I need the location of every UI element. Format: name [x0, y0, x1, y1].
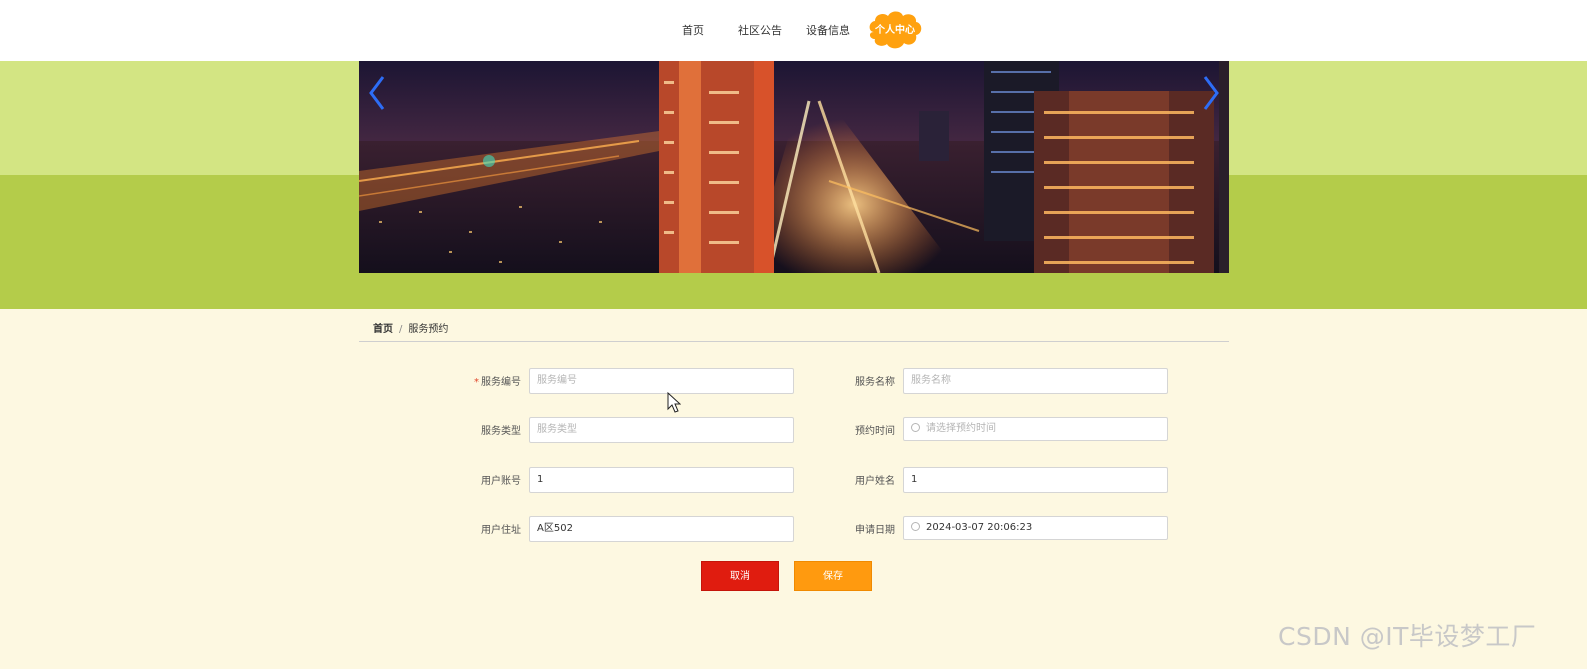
service-type-input[interactable]: 服务类型 [529, 417, 794, 443]
user-address-label: 用户住址 [481, 525, 521, 536]
nav-personal-center[interactable]: 个人中心 [866, 10, 924, 52]
service-no-label: * 服务编号 [441, 373, 521, 388]
user-name-label: 用户姓名 [855, 476, 895, 487]
breadcrumb-current: 服务预约 [408, 324, 449, 335]
mouse-cursor-icon [667, 392, 681, 413]
chevron-right-icon[interactable] [1195, 73, 1225, 113]
clock-icon [911, 422, 920, 432]
main-nav: 首页 社区公告 设备信息 个人中心 [672, 10, 924, 52]
breadcrumb-divider [359, 341, 1229, 342]
reserve-time-placeholder: 请选择预约时间 [926, 423, 996, 434]
apply-date-picker[interactable]: 2024-03-07 20:06:23 [903, 516, 1168, 540]
apply-date-label: 申请日期 [855, 525, 895, 536]
reserve-time-picker[interactable]: 请选择预约时间 [903, 417, 1168, 441]
nav-community-notice[interactable]: 社区公告 [728, 10, 792, 52]
nav-device-info[interactable]: 设备信息 [796, 10, 860, 52]
reserve-time-label: 预约时间 [855, 426, 895, 437]
user-account-input[interactable]: 1 [529, 467, 794, 493]
nav-personal-center-label: 个人中心 [875, 25, 915, 36]
required-mark: * [474, 377, 479, 388]
top-header: 首页 社区公告 设备信息 个人中心 [0, 0, 1587, 61]
service-type-label: 服务类型 [481, 426, 521, 437]
cancel-button[interactable]: 取消 [701, 561, 779, 591]
service-no-input[interactable]: 服务编号 [529, 368, 794, 394]
breadcrumb-separator: / [399, 324, 403, 335]
city-night-banner-image [359, 61, 1229, 273]
chevron-left-icon[interactable] [363, 73, 393, 113]
nav-home[interactable]: 首页 [672, 10, 714, 52]
service-name-input[interactable]: 服务名称 [903, 368, 1168, 394]
breadcrumb-home[interactable]: 首页 [373, 324, 393, 335]
banner-carousel [359, 61, 1229, 273]
watermark: CSDN @IT毕设梦工厂 [1278, 622, 1537, 651]
user-address-input[interactable]: A区502 [529, 516, 794, 542]
service-no-label-text: 服务编号 [481, 377, 521, 388]
apply-date-value: 2024-03-07 20:06:23 [926, 522, 1033, 533]
user-account-label: 用户账号 [481, 476, 521, 487]
clock-icon [911, 521, 920, 531]
service-name-label: 服务名称 [855, 377, 895, 388]
save-button[interactable]: 保存 [794, 561, 872, 591]
user-name-input[interactable]: 1 [903, 467, 1168, 493]
breadcrumb: 首页 / 服务预约 [373, 320, 448, 335]
